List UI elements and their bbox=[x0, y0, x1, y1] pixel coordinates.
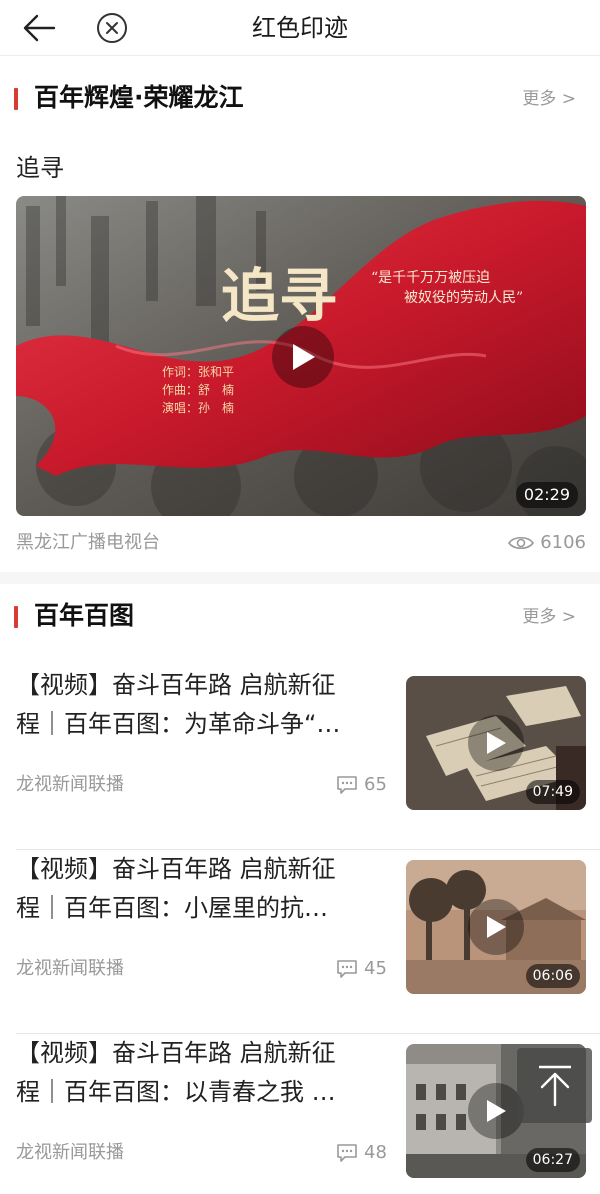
video-credit: 演唱：孙 楠 bbox=[162, 400, 234, 415]
close-button[interactable] bbox=[96, 12, 128, 44]
featured-video[interactable]: 追寻 “是千千万万被压迫 被奴役的劳动人民” 作词：张和平 作曲：舒 楠 演唱：… bbox=[16, 196, 586, 516]
video-quote-line1: “是千千万万被压迫 bbox=[371, 270, 490, 286]
video-duration: 02:29 bbox=[515, 482, 578, 508]
list-item[interactable]: 【视频】奋斗百年路 启航新征 程｜百年百图：为革命斗争“… 龙视新闻联播 65 … bbox=[0, 666, 600, 850]
video-credit: 作曲：舒 楠 bbox=[162, 382, 234, 397]
comment-count: 48 bbox=[336, 1138, 387, 1168]
section-accent-bar bbox=[14, 88, 18, 110]
article-source: 龙视新闻联播 bbox=[16, 958, 124, 979]
comment-icon bbox=[337, 776, 357, 794]
section-accent-bar bbox=[14, 606, 18, 628]
play-icon bbox=[487, 916, 506, 938]
video-big-title: 追寻 bbox=[221, 262, 337, 330]
back-arrow-icon bbox=[23, 14, 56, 42]
comment-count: 45 bbox=[336, 954, 387, 984]
eye-icon bbox=[508, 536, 535, 550]
play-icon bbox=[487, 1100, 506, 1122]
comment-count: 65 bbox=[336, 770, 387, 800]
play-icon bbox=[293, 344, 315, 370]
article-title-line: 程｜百年百图：以青春之我 … bbox=[16, 1078, 336, 1106]
video-duration: 07:49 bbox=[525, 780, 580, 804]
play-button[interactable] bbox=[272, 326, 334, 388]
comment-number: 65 bbox=[364, 774, 387, 795]
more-link[interactable]: 更多 > bbox=[522, 604, 576, 630]
section-divider bbox=[0, 572, 600, 584]
article-title: 【视频】奋斗百年路 启航新征 程｜百年百图：小屋里的抗… bbox=[16, 850, 386, 928]
section-header-100-pictures: 百年百图 更多 > bbox=[0, 596, 600, 636]
video-meta: 黑龙江广播电视台 6106 bbox=[16, 528, 586, 558]
close-circle-icon bbox=[97, 13, 127, 43]
section-title: 百年百图 bbox=[34, 601, 135, 630]
video-duration: 06:27 bbox=[525, 1148, 580, 1172]
video-source: 黑龙江广播电视台 bbox=[16, 532, 160, 553]
play-button[interactable] bbox=[468, 715, 524, 771]
back-button[interactable] bbox=[18, 8, 60, 48]
play-button[interactable] bbox=[468, 1083, 524, 1139]
section-header-glory: 百年辉煌·荣耀龙江 更多 > bbox=[0, 78, 600, 118]
play-button[interactable] bbox=[468, 899, 524, 955]
article-title-line: 【视频】奋斗百年路 启航新征 bbox=[16, 671, 336, 699]
video-subtitle: 追寻 bbox=[16, 154, 64, 182]
play-icon bbox=[487, 732, 506, 754]
video-thumbnail[interactable]: 06:06 bbox=[406, 860, 586, 994]
comment-icon bbox=[337, 1144, 357, 1162]
article-title-line: 【视频】奋斗百年路 启航新征 bbox=[16, 855, 336, 883]
comment-number: 48 bbox=[364, 1142, 387, 1163]
arrow-up-icon bbox=[538, 1065, 571, 1106]
article-title: 【视频】奋斗百年路 启航新征 程｜百年百图：为革命斗争“… bbox=[16, 666, 386, 744]
top-bar: 红色印迹 bbox=[0, 0, 600, 56]
article-title-line: 程｜百年百图：小屋里的抗… bbox=[16, 894, 328, 922]
video-quote-line2: 被奴役的劳动人民” bbox=[404, 289, 523, 306]
article-title: 【视频】奋斗百年路 启航新征 程｜百年百图：以青春之我 … bbox=[16, 1034, 386, 1112]
article-title-line: 【视频】奋斗百年路 启航新征 bbox=[16, 1039, 336, 1067]
comment-icon bbox=[337, 960, 357, 978]
video-duration: 06:06 bbox=[525, 964, 580, 988]
comment-number: 45 bbox=[364, 958, 387, 979]
page-title: 红色印迹 bbox=[252, 14, 348, 42]
back-to-top-button[interactable] bbox=[517, 1048, 592, 1123]
section-title: 百年辉煌·荣耀龙江 bbox=[34, 83, 244, 112]
video-thumbnail[interactable]: 07:49 bbox=[406, 676, 586, 810]
more-link[interactable]: 更多 > bbox=[522, 86, 576, 112]
list-item[interactable]: 【视频】奋斗百年路 启航新征 程｜百年百图：小屋里的抗… 龙视新闻联播 45 0… bbox=[0, 850, 600, 1034]
video-credit: 作词：张和平 bbox=[162, 365, 234, 379]
list-item[interactable]: 【视频】奋斗百年路 启航新征 程｜百年百图：以青春之我 … 龙视新闻联播 48 … bbox=[0, 1034, 600, 1194]
view-count: 6106 bbox=[540, 532, 586, 553]
article-source: 龙视新闻联播 bbox=[16, 774, 124, 795]
article-title-line: 程｜百年百图：为革命斗争“… bbox=[16, 710, 341, 738]
article-source: 龙视新闻联播 bbox=[16, 1142, 124, 1163]
